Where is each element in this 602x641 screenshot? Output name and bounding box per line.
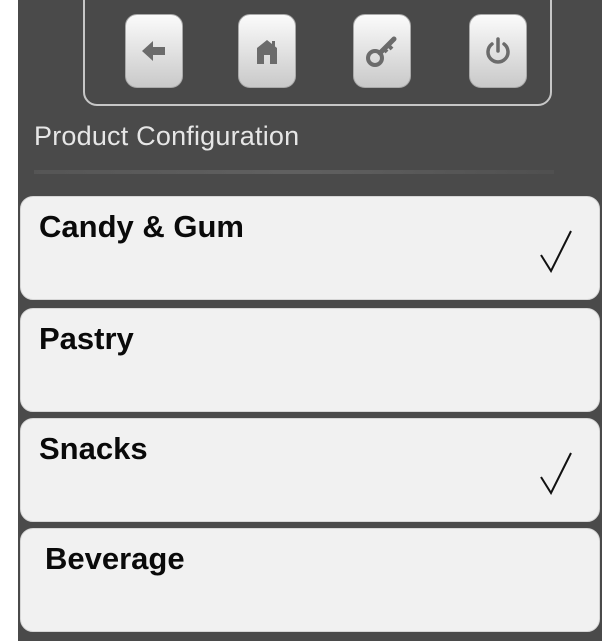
power-icon [483, 36, 513, 66]
back-arrow-icon [139, 36, 169, 66]
back-button[interactable] [125, 14, 183, 88]
toolbar [83, 0, 552, 106]
key-icon [365, 34, 399, 68]
category-label: Beverage [45, 541, 185, 576]
home-icon [253, 36, 281, 66]
divider [34, 170, 554, 174]
category-label: Pastry [39, 321, 134, 356]
home-button[interactable] [238, 14, 296, 88]
checkmark-icon [539, 451, 573, 496]
power-button[interactable] [469, 14, 527, 88]
category-item-candy-gum[interactable]: Candy & Gum [20, 196, 600, 300]
key-button[interactable] [353, 14, 411, 88]
page-title: Product Configuration [34, 121, 300, 151]
category-item-snacks[interactable]: Snacks [20, 418, 600, 522]
category-item-pastry[interactable]: Pastry [20, 308, 600, 412]
category-label: Snacks [39, 431, 148, 466]
category-item-beverage[interactable]: Beverage [20, 528, 600, 632]
checkmark-icon [539, 229, 573, 274]
device-screen: Product Configuration Candy & Gum Pastry… [18, 0, 602, 641]
category-label: Candy & Gum [39, 209, 244, 244]
